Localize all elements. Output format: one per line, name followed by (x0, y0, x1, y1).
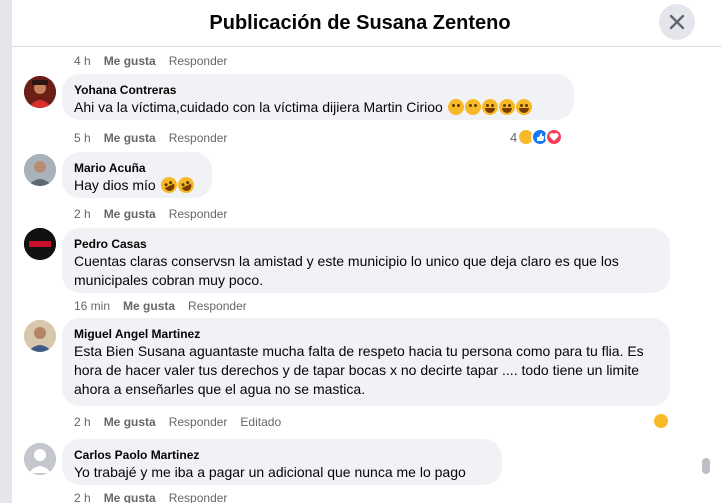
comment-author[interactable]: Miguel Angel Martinez (74, 326, 658, 342)
comment-meta: 2 h Me gusta Responder (74, 491, 227, 503)
comment-meta: 4 h Me gusta Responder (74, 54, 227, 68)
comment-body: Hay dios mío (74, 177, 156, 193)
comment-author[interactable]: Pedro Casas (74, 236, 658, 252)
reply-button[interactable]: Responder (169, 415, 228, 429)
like-button[interactable]: Me gusta (104, 415, 156, 429)
rolling-laughing-icon (157, 174, 180, 196)
comment-author[interactable]: Carlos Paolo Martinez (74, 447, 490, 463)
comment-time[interactable]: 2 h (74, 207, 91, 221)
comment-author[interactable]: Mario Acuña (74, 160, 200, 176)
crying-face-icon (464, 99, 481, 115)
edited-label: Editado (240, 415, 282, 429)
comments-list: 4 h Me gusta Responder Yohana Contreras … (12, 48, 722, 503)
post-dialog: Publicación de Susana Zenteno 4 h Me gus… (12, 0, 722, 503)
avatar[interactable] (24, 228, 56, 260)
comment-meta: 2 h Me gusta Responder Editado (74, 415, 281, 429)
laughing-face-icon (481, 99, 498, 115)
comment-text: Cuentas claras conservsn la amistad y es… (74, 253, 619, 288)
comment-text: Esta Bien Susana aguantaste mucha falta … (74, 343, 644, 397)
comment-bubble: Yohana Contreras Ahi va la víctima,cuida… (62, 74, 574, 120)
close-button[interactable] (659, 4, 695, 40)
avatar[interactable] (24, 320, 56, 352)
comment-time[interactable]: 2 h (74, 415, 91, 429)
close-icon (669, 14, 685, 30)
dialog-header: Publicación de Susana Zenteno (12, 0, 722, 47)
avatar[interactable] (24, 76, 56, 108)
reply-button[interactable]: Responder (169, 207, 228, 221)
reply-button[interactable]: Responder (188, 299, 247, 313)
comment-bubble: Carlos Paolo Martinez Yo trabajé y me ib… (62, 439, 502, 485)
comment-meta: 16 min Me gusta Responder (74, 299, 247, 313)
reaction-summary[interactable]: 4 (510, 128, 564, 146)
avatar[interactable] (24, 154, 56, 186)
comment-body: Ahi va la víctima,cuidado con la víctima… (74, 99, 443, 115)
comment-bubble: Miguel Angel Martinez Esta Bien Susana a… (62, 318, 670, 406)
comment-meta: 5 h Me gusta Responder (74, 131, 227, 145)
comment-time[interactable]: 2 h (74, 491, 91, 503)
comment-bubble: Pedro Casas Cuentas claras conservsn la … (62, 228, 670, 293)
comment-text: Ahi va la víctima,cuidado con la víctima… (74, 98, 562, 117)
like-button[interactable]: Me gusta (123, 299, 175, 313)
avatar[interactable] (24, 443, 56, 475)
laughing-face-icon (515, 99, 532, 115)
like-button[interactable]: Me gusta (104, 491, 156, 503)
love-icon (545, 128, 564, 146)
reply-button[interactable]: Responder (169, 491, 228, 503)
dialog-title: Publicación de Susana Zenteno (209, 11, 511, 34)
reaction-count: 4 (510, 129, 518, 145)
comment-meta: 2 h Me gusta Responder (74, 207, 227, 221)
like-button[interactable]: Me gusta (104, 54, 156, 68)
comment-time[interactable]: 4 h (74, 54, 91, 68)
haha-icon (652, 412, 670, 430)
comment-time[interactable]: 5 h (74, 131, 91, 145)
reply-button[interactable]: Responder (169, 131, 228, 145)
crying-face-icon (447, 99, 464, 115)
rolling-laughing-icon (174, 174, 197, 196)
comment-bubble: Mario Acuña Hay dios mío (62, 152, 212, 198)
scrollbar[interactable] (702, 458, 710, 474)
like-button[interactable]: Me gusta (104, 207, 156, 221)
default-avatar-icon (24, 443, 56, 475)
comment-author[interactable]: Yohana Contreras (74, 82, 562, 98)
reaction-summary[interactable] (652, 412, 670, 430)
laughing-face-icon (498, 99, 515, 115)
reply-button[interactable]: Responder (169, 54, 228, 68)
comment-text: Hay dios mío (74, 174, 200, 196)
like-button[interactable]: Me gusta (104, 131, 156, 145)
comment-time[interactable]: 16 min (74, 299, 110, 313)
comment-text: Yo trabajé y me iba a pagar un adicional… (74, 464, 466, 480)
